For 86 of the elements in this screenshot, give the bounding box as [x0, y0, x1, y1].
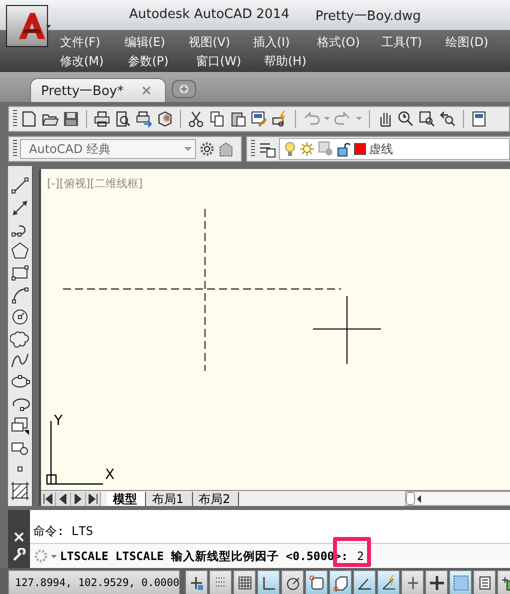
tab-scroll-button[interactable] [71, 492, 86, 506]
dropdown-arrow-icon [184, 146, 192, 152]
padlock-icon [337, 141, 351, 157]
menu-item[interactable]: 插入(I) [252, 34, 318, 51]
clipboard-icon[interactable] [229, 110, 247, 128]
command-history-line: 命令: LTS [33, 523, 94, 540]
light-bulb-icon [284, 141, 296, 157]
layout-tab[interactable]: 布局2 [192, 492, 240, 506]
hatch-icon[interactable] [10, 481, 30, 502]
magnifier-clock-icon[interactable] [397, 110, 415, 128]
brush-icon[interactable] [250, 110, 268, 128]
status-toggle[interactable] [185, 570, 208, 594]
status-toggle[interactable] [329, 570, 352, 594]
new-document-icon[interactable] [20, 110, 38, 128]
layer-dropdown[interactable]: 虚线 [279, 138, 510, 160]
layout-tab[interactable]: 模型 [107, 492, 146, 506]
pentagon-icon[interactable] [10, 241, 30, 262]
gear-icon[interactable] [199, 141, 215, 157]
hatched-house-icon[interactable] [218, 141, 234, 157]
rectangle-icon[interactable] [10, 263, 30, 284]
menu-item[interactable]: 绘图(D) [446, 34, 510, 51]
printer-icon[interactable] [93, 110, 111, 128]
layout-tab[interactable]: 布局1 [146, 492, 193, 506]
menu-item[interactable]: 帮助(H) [264, 53, 332, 70]
status-toggle[interactable] [449, 570, 472, 594]
rounded-square-icon [308, 574, 326, 592]
application-menu-button[interactable] [6, 5, 48, 47]
shaded-square-icon [452, 574, 470, 592]
file-title: Pretty一Boy.dwg [315, 8, 421, 25]
ucs-x-label: X [105, 467, 115, 483]
crosshair-cursor [312, 296, 382, 364]
arc-icon[interactable] [10, 284, 30, 305]
line-icon[interactable] [10, 176, 30, 196]
scroll-thumb[interactable] [406, 492, 415, 505]
horizontal-scrollbar[interactable] [405, 491, 510, 506]
gear-icon [34, 549, 48, 563]
tab-scroll-button[interactable] [56, 492, 71, 506]
magnifier-square-icon[interactable] [418, 110, 436, 128]
status-toggle[interactable] [209, 570, 232, 594]
menu-item[interactable]: 工具(T) [381, 34, 446, 51]
new-tab-button[interactable] [172, 80, 196, 98]
status-toggle[interactable] [281, 570, 304, 594]
status-toggle[interactable] [257, 570, 280, 594]
menu-item[interactable]: 文件(F) [60, 34, 124, 51]
sun-icon [299, 141, 315, 157]
printer-arrow-icon[interactable] [135, 110, 153, 128]
workspace-dropdown[interactable]: AutoCAD 经典 [20, 139, 196, 159]
status-toggle[interactable] [353, 570, 376, 594]
document-tab[interactable]: Pretty一Boy* [30, 78, 166, 102]
insert-block-icon[interactable] [10, 416, 30, 436]
app-title: Autodesk AutoCAD 2014 [129, 7, 290, 24]
tab-scroll-button[interactable] [41, 492, 56, 506]
copy-icon[interactable] [208, 110, 226, 128]
status-toggle[interactable] [233, 570, 256, 594]
box-icon [332, 574, 350, 592]
properties-panel-icon[interactable] [470, 110, 488, 128]
menu-item[interactable]: 窗口(W) [196, 53, 264, 70]
double-arrow-line-icon[interactable] [10, 198, 30, 218]
magnifier-page-icon[interactable] [114, 110, 132, 128]
tab-scroll-button[interactable] [86, 492, 101, 506]
status-toggle[interactable] [305, 570, 328, 594]
ucs-y-label: Y [54, 413, 63, 429]
scissors-icon[interactable] [187, 110, 205, 128]
menu-item[interactable]: 视图(V) [188, 34, 253, 51]
layer-name: 虚线 [369, 140, 393, 158]
menu-item[interactable]: 参数(P) [128, 53, 196, 70]
cloud-icon[interactable] [10, 328, 30, 349]
status-toggle[interactable] [425, 570, 448, 594]
coordinates-display: 127.8994, 102.9529, 0.0000 [8, 570, 180, 594]
status-toggle[interactable] [377, 570, 400, 594]
status-toggle[interactable] [473, 570, 496, 594]
menu-item[interactable]: 修改(M) [60, 53, 128, 70]
globe-cube-icon[interactable] [156, 110, 174, 128]
status-toggle[interactable] [401, 570, 424, 594]
viewport-gear-icon [318, 141, 334, 157]
triangle-icon [88, 494, 98, 504]
grid-icon [236, 574, 254, 592]
thick-cross-icon [428, 574, 446, 592]
magnifier-arrow-icon[interactable] [439, 110, 457, 128]
menu-item[interactable]: 编辑(E) [124, 34, 189, 51]
wrench-icon[interactable] [12, 548, 26, 562]
plus-icon[interactable] [178, 84, 189, 94]
circle-icon[interactable] [10, 306, 30, 327]
scroll-left-icon[interactable] [415, 494, 423, 504]
triangle-icon [43, 494, 53, 504]
menu-item[interactable]: 格式(O) [317, 34, 382, 51]
